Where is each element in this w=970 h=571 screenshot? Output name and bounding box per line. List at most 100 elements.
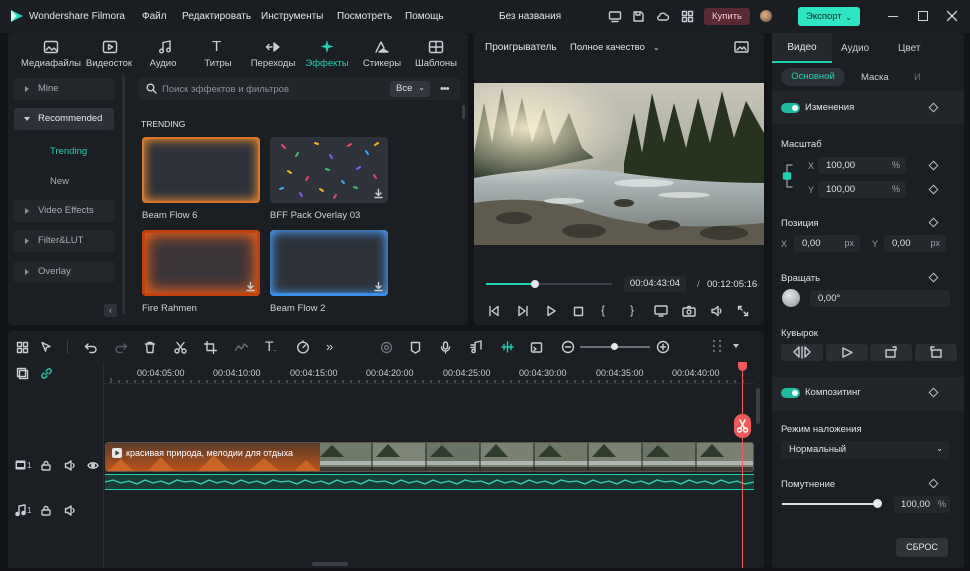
subtab-basic[interactable]: Основной	[781, 68, 845, 86]
tab-audio[interactable]: Аудио	[133, 58, 193, 69]
scale-x-field[interactable]: 100,00%	[818, 157, 906, 174]
speaker-icon[interactable]	[64, 460, 76, 471]
tab-transitions[interactable]: Переходы	[243, 58, 303, 69]
minimize-icon[interactable]	[888, 16, 898, 17]
text-t-icon[interactable]: T.	[265, 338, 276, 354]
sidebar-item-trending[interactable]: Trending	[50, 146, 87, 157]
snapshot-frame-icon[interactable]	[734, 41, 749, 53]
sidebar-item-filter-lut[interactable]: Filter&LUT	[14, 230, 114, 252]
tab-media[interactable]: Медиафайлы	[21, 58, 81, 69]
zoom-slider-track[interactable]	[580, 343, 650, 350]
select-cursor-icon[interactable]	[40, 341, 54, 354]
opacity-slider-knob[interactable]	[873, 499, 882, 508]
reset-button[interactable]: СБРОС	[896, 538, 948, 557]
scale-y-field[interactable]: 100,00%	[818, 181, 906, 198]
eye-icon[interactable]	[87, 461, 99, 470]
timeline-ruler[interactable]	[104, 362, 754, 384]
mark-out-icon[interactable]: }	[630, 303, 634, 317]
playhead-knob[interactable]	[531, 280, 540, 288]
keyframe-diamond-icon[interactable]	[928, 478, 939, 489]
sidebar-item-recommended[interactable]: Recommended	[14, 108, 114, 130]
compositing-toggle[interactable]	[781, 388, 800, 398]
keyframe-diamond-icon[interactable]	[928, 184, 939, 195]
zoom-out-icon[interactable]	[561, 340, 575, 354]
tab-color[interactable]: Цвет	[898, 43, 920, 54]
more-tools-icon[interactable]: »	[326, 339, 333, 354]
undo-icon[interactable]	[84, 341, 98, 354]
previous-frame-icon[interactable]	[488, 305, 500, 317]
crop-icon[interactable]	[204, 341, 217, 354]
render-icon[interactable]	[380, 341, 393, 354]
microphone-icon[interactable]	[440, 341, 451, 354]
search-bar[interactable]: Поиск эффектов и фильтров Все ⌄ •••	[138, 78, 460, 100]
effect-thumb-beam-flow-2[interactable]	[270, 230, 388, 296]
lock-icon[interactable]	[41, 505, 51, 516]
cloud-icon[interactable]	[656, 10, 670, 23]
speed-timer-icon[interactable]	[296, 340, 310, 354]
position-x-field[interactable]: 0,00 px	[794, 235, 860, 252]
opacity-field[interactable]: 100,00%	[894, 496, 950, 513]
rotate-dial[interactable]	[782, 289, 800, 307]
rotate-field[interactable]: 0,00°	[810, 290, 950, 307]
tab-templates[interactable]: Шаблоны	[406, 58, 466, 69]
buy-button[interactable]: Купить	[704, 8, 750, 25]
link-chain-icon[interactable]	[40, 367, 53, 380]
play-icon[interactable]	[545, 305, 557, 317]
track-options-icon[interactable]	[711, 338, 723, 355]
play-next-icon[interactable]	[517, 305, 529, 317]
marker-icon[interactable]	[410, 341, 421, 354]
delete-trash-icon[interactable]	[144, 341, 156, 354]
effect-thumb-beam-flow-6[interactable]	[142, 137, 260, 203]
quality-dropdown[interactable]: Полное качество ⌄	[570, 42, 660, 53]
close-icon[interactable]	[946, 10, 958, 22]
menu-view[interactable]: Посмотреть	[337, 11, 392, 22]
timeline-vertical-scrollbar[interactable]	[756, 388, 760, 424]
tab-video[interactable]: Видео	[772, 33, 832, 63]
split-scissors-button[interactable]	[734, 414, 751, 438]
zoom-in-icon[interactable]	[656, 340, 670, 354]
sidebar-item-new[interactable]: New	[50, 176, 69, 187]
fullscreen-icon[interactable]	[737, 305, 749, 317]
rotate-left-button[interactable]	[915, 344, 957, 361]
effect-thumb-fire-rahmen[interactable]	[142, 230, 260, 296]
download-icon[interactable]	[245, 281, 256, 292]
menu-edit[interactable]: Редактировать	[182, 11, 251, 22]
collapse-sidebar-button[interactable]: ‹	[104, 304, 117, 317]
sidebar-item-mine[interactable]: Mine	[14, 78, 114, 100]
zoom-slider-knob[interactable]	[611, 343, 618, 350]
scissors-icon[interactable]	[174, 341, 187, 354]
timeline-horizontal-scrollbar[interactable]	[312, 562, 348, 566]
download-icon[interactable]	[373, 281, 384, 292]
audio-keyframe-icon[interactable]	[234, 341, 249, 354]
audio-mix-icon[interactable]	[470, 340, 483, 354]
search-input[interactable]: Поиск эффектов и фильтров	[162, 84, 289, 95]
display-icon[interactable]	[654, 305, 668, 317]
rotate-right-button[interactable]	[870, 344, 912, 361]
filter-dropdown[interactable]: Все ⌄	[390, 81, 430, 97]
sidebar-item-overlay[interactable]: Overlay	[14, 261, 114, 283]
audio-waveform[interactable]	[105, 474, 754, 490]
tab-effects[interactable]: Эффекты	[297, 58, 357, 69]
flip-vertical-button[interactable]	[826, 344, 868, 361]
add-track-icon[interactable]	[16, 367, 29, 380]
blend-mode-dropdown[interactable]: Нормальный ⌄	[781, 441, 949, 459]
tab-audio[interactable]: Аудио	[841, 43, 869, 54]
video-preview[interactable]	[474, 83, 764, 245]
layout-grid-icon[interactable]	[16, 341, 29, 354]
playback-progress-track[interactable]	[486, 280, 612, 288]
video-clip[interactable]: красивая природа, мелодии для отдыха	[105, 442, 754, 472]
sidebar-item-video-effects[interactable]: Video Effects	[14, 200, 114, 222]
tab-stickers[interactable]: Стикеры	[352, 58, 412, 69]
changes-toggle[interactable]	[781, 103, 800, 113]
volume-icon[interactable]	[710, 305, 724, 317]
export-button[interactable]: Экспорт ⌄	[798, 7, 860, 26]
download-icon[interactable]	[373, 188, 384, 199]
caret-down-icon[interactable]	[733, 344, 739, 348]
redo-icon[interactable]	[114, 341, 128, 354]
avatar[interactable]	[760, 10, 772, 22]
subtab-mask[interactable]: Маска	[861, 72, 889, 83]
lock-icon[interactable]	[41, 460, 51, 471]
link-lock-icon[interactable]	[782, 163, 796, 189]
maximize-icon[interactable]	[918, 11, 928, 21]
stop-icon[interactable]	[573, 306, 584, 317]
